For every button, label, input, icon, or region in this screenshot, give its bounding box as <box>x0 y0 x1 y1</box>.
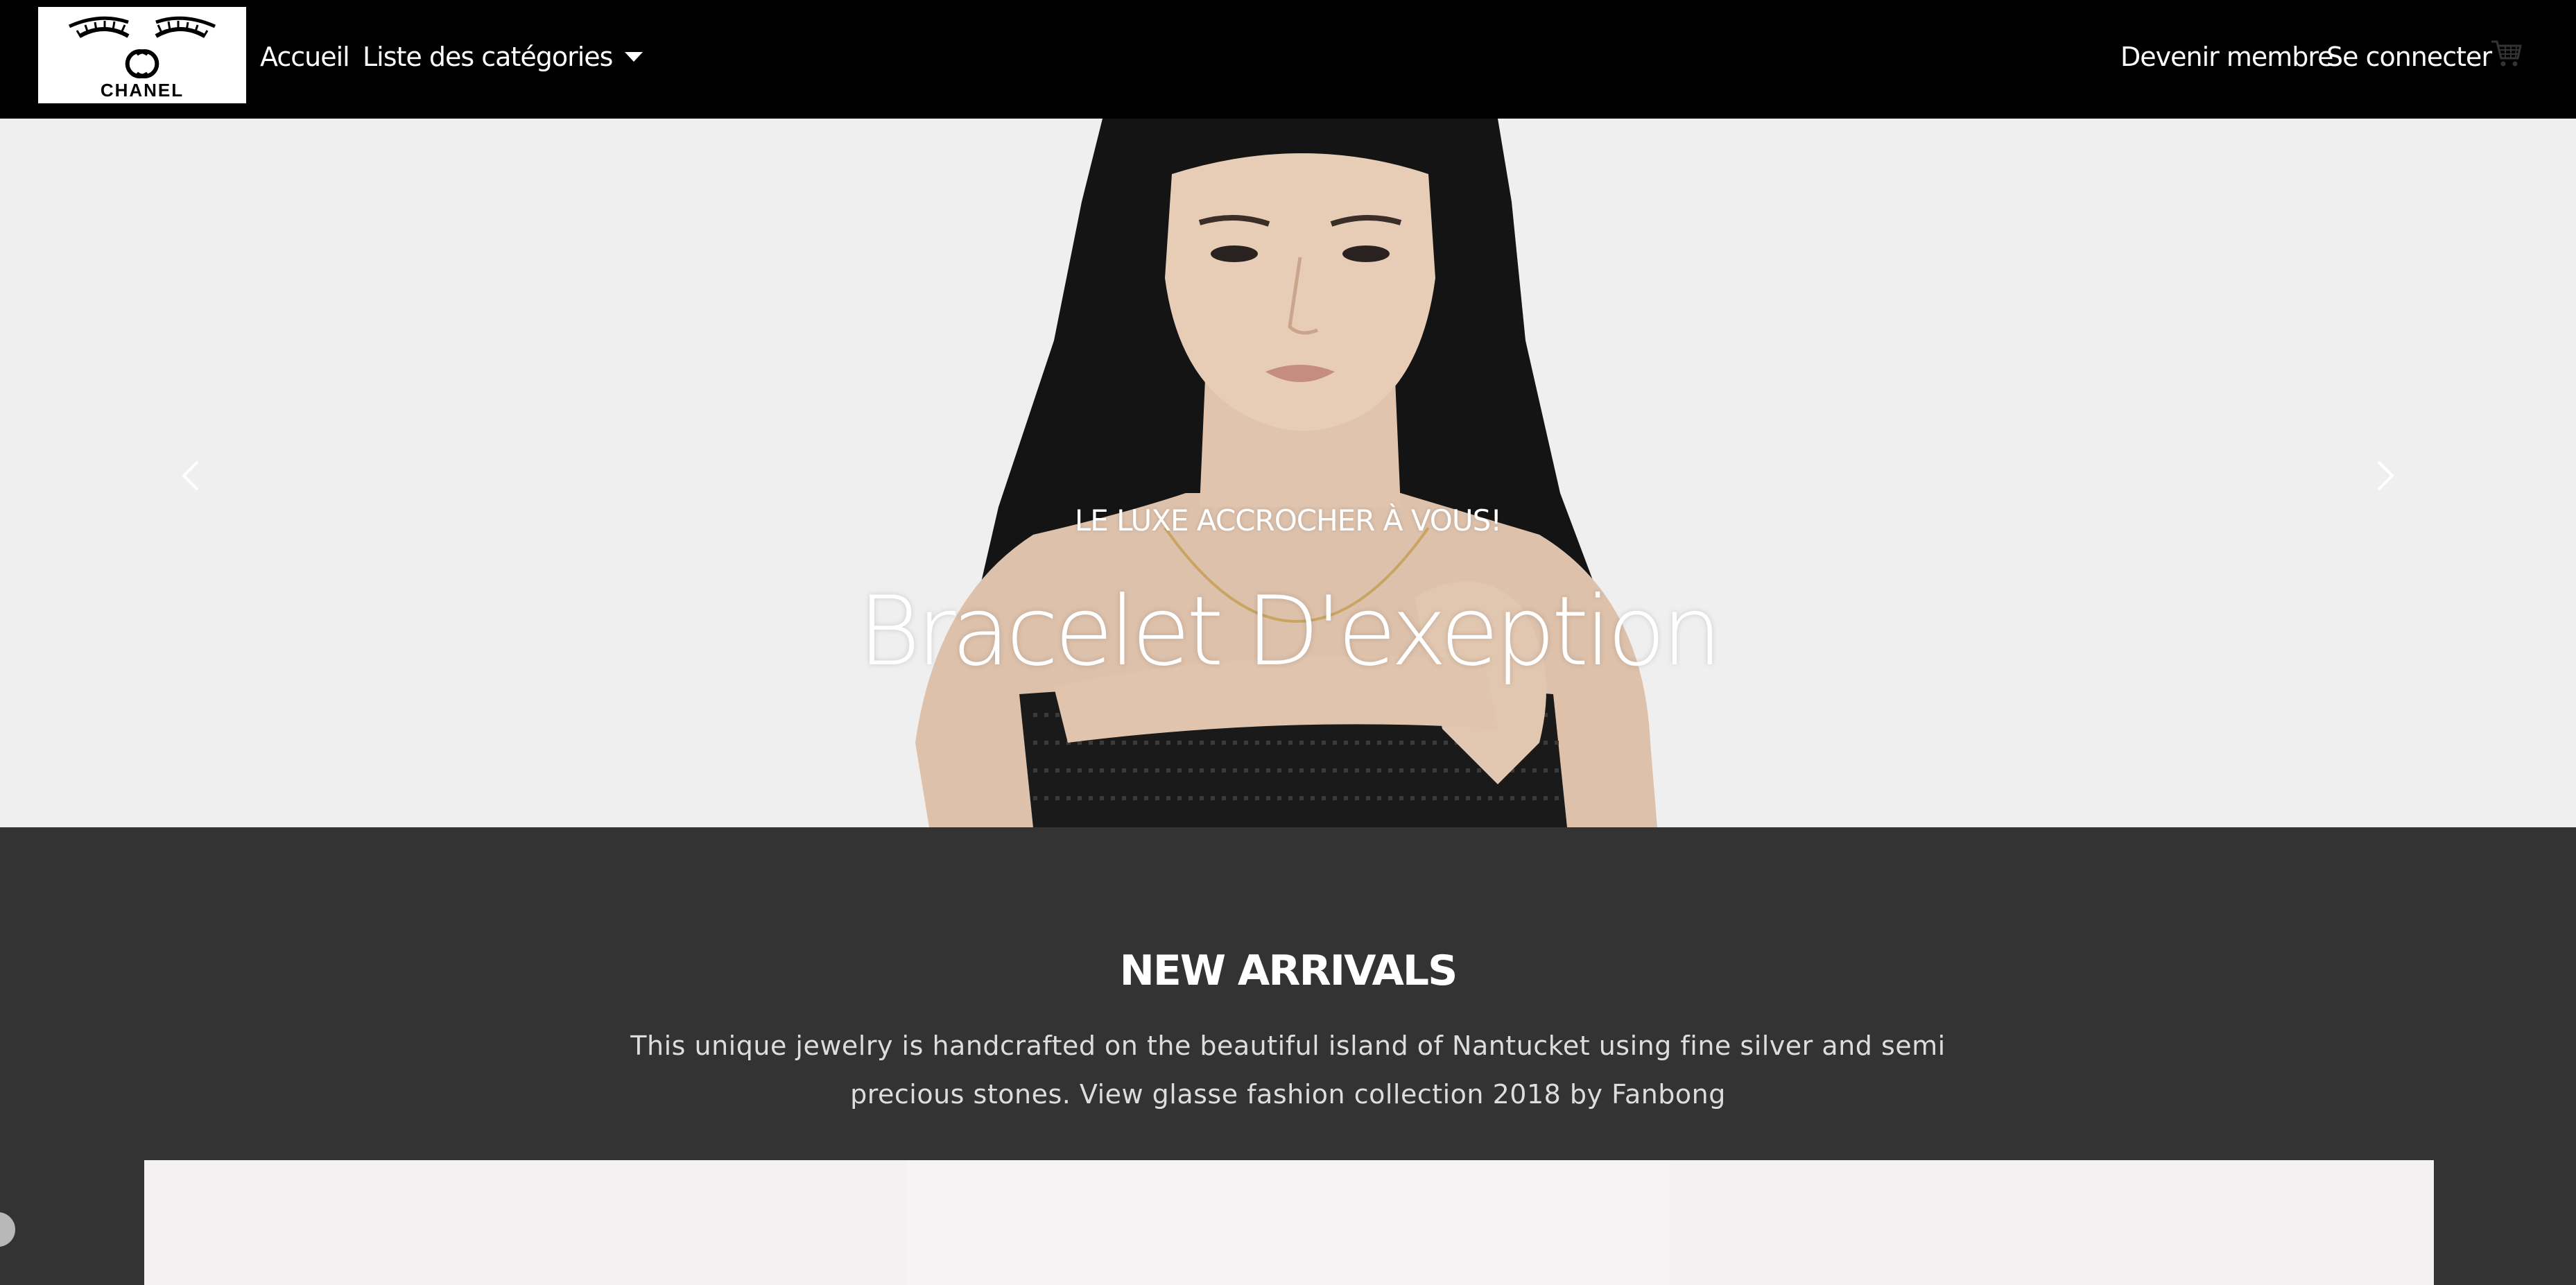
nav-home-link[interactable]: Accueil <box>260 36 350 78</box>
product-image-placeholder <box>907 1160 1670 1285</box>
chevron-right-icon[interactable] <box>2365 438 2406 514</box>
section-description: This unique jewelry is handcrafted on th… <box>630 1030 1946 1110</box>
hero-carousel: LE LUXE ACCROCHER À VOUS! Bracelet D'exe… <box>0 119 2576 827</box>
navbar: CHANEL Accueil Liste des catégories Deve… <box>0 0 2576 119</box>
product-gallery <box>144 1160 2434 1285</box>
caret-down-icon <box>625 51 643 62</box>
hero-title: Bracelet D'exeption <box>858 576 1722 687</box>
brand-logo[interactable]: CHANEL <box>38 7 246 103</box>
shopping-cart-icon[interactable] <box>2489 36 2523 71</box>
nav-become-member-link[interactable]: Devenir membre <box>2120 36 2334 78</box>
nav-categories-label: Liste des catégories <box>363 42 613 72</box>
hero-model-image <box>915 119 1657 827</box>
logo-text: CHANEL <box>100 80 184 101</box>
nav-login-link[interactable]: Se connecter <box>2326 36 2492 78</box>
chevron-left-icon[interactable] <box>170 438 211 514</box>
section-title: NEW ARRIVALS <box>1119 947 1458 995</box>
hero-caption: LE LUXE ACCROCHER À VOUS! <box>1074 503 1502 537</box>
new-arrivals-section: NEW ARRIVALS This unique jewelry is hand… <box>0 827 2576 1285</box>
nav-categories-dropdown[interactable]: Liste des catégories <box>363 36 643 78</box>
